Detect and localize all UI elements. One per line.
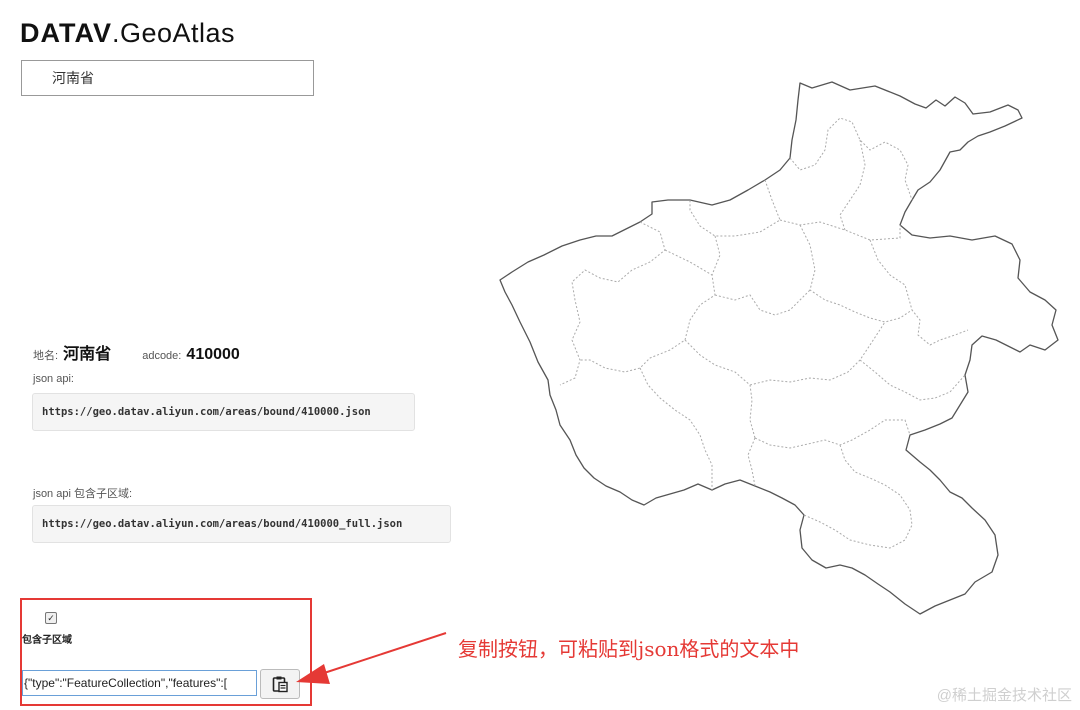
annotation-text: 复制按钮，可粘贴到json格式的文本中	[458, 637, 800, 661]
henan-province-map	[499, 81, 1059, 615]
watermark: @稀土掘金技术社区	[936, 687, 1072, 704]
province-outline	[499, 81, 1059, 615]
